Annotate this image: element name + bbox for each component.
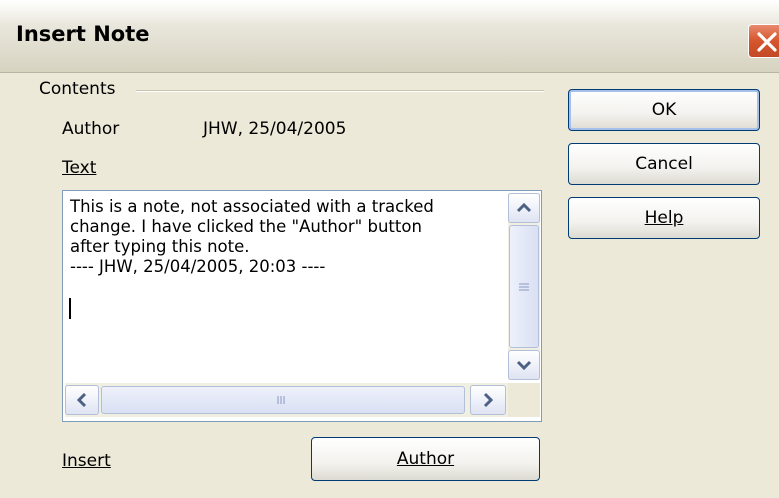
help-button[interactable]: Help xyxy=(568,197,760,239)
chevron-down-icon xyxy=(516,360,532,371)
ok-button[interactable]: OK xyxy=(568,89,760,131)
insert-label: Insert xyxy=(62,451,111,471)
contents-label: Contents xyxy=(39,79,116,99)
text-caret xyxy=(69,298,71,319)
author-value: JHW, 25/04/2005 xyxy=(203,119,347,139)
close-button[interactable] xyxy=(748,24,779,58)
close-icon xyxy=(757,32,777,52)
author-button-label: Author xyxy=(396,449,455,469)
scroll-down-button[interactable] xyxy=(508,350,540,380)
vertical-scrollbar[interactable] xyxy=(508,193,540,380)
scroll-left-button[interactable] xyxy=(65,385,99,415)
chevron-up-icon xyxy=(516,202,532,213)
note-textarea[interactable]: This is a note, not associated with a tr… xyxy=(62,190,542,422)
help-button-label: Help xyxy=(644,208,684,228)
grip-icon xyxy=(519,283,529,291)
ok-button-label: OK xyxy=(651,100,677,120)
horizontal-scrollbar[interactable] xyxy=(65,383,508,417)
insert-note-dialog: Insert Note Contents Author JHW, 25/04/2… xyxy=(0,0,779,498)
vertical-scroll-thumb[interactable] xyxy=(509,225,539,348)
group-divider xyxy=(136,90,544,92)
scrollbar-corner xyxy=(508,383,540,417)
grip-icon xyxy=(277,396,285,404)
cancel-button[interactable]: Cancel xyxy=(568,143,760,185)
cancel-button-label: Cancel xyxy=(635,154,693,174)
scroll-up-button[interactable] xyxy=(508,193,540,223)
dialog-title: Insert Note xyxy=(16,22,150,46)
title-bar[interactable]: Insert Note xyxy=(0,0,779,73)
chevron-left-icon xyxy=(76,392,87,408)
author-label: Author xyxy=(62,119,120,139)
author-button[interactable]: Author xyxy=(311,437,540,481)
scroll-right-button[interactable] xyxy=(470,385,506,415)
contents-group-label: Contents xyxy=(39,79,124,99)
note-text-content[interactable]: This is a note, not associated with a tr… xyxy=(70,197,500,277)
text-label: Text xyxy=(62,158,97,178)
chevron-right-icon xyxy=(483,392,494,408)
horizontal-scroll-thumb[interactable] xyxy=(101,386,465,414)
